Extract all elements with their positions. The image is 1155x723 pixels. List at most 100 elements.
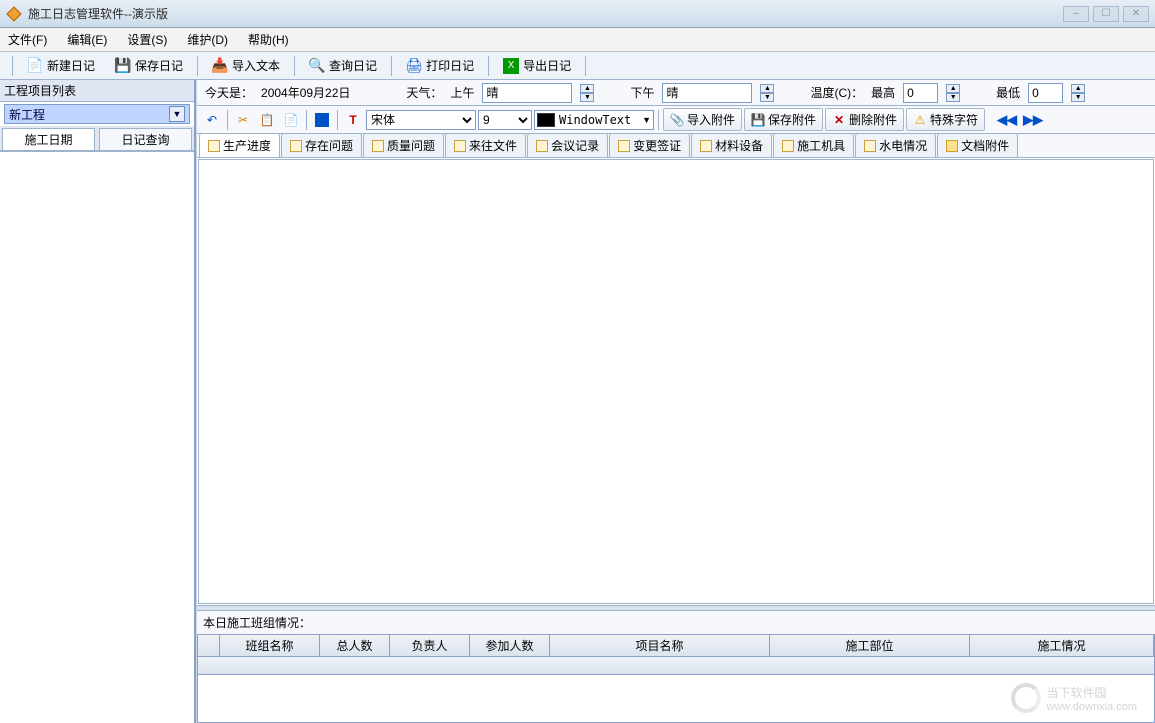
folder-icon xyxy=(700,140,712,152)
menu-maintain[interactable]: 维护(D) xyxy=(187,31,228,48)
cut-button[interactable]: ✂ xyxy=(232,109,254,131)
export-diary-button[interactable]: X导出日记 xyxy=(493,55,581,76)
special-char-button[interactable]: ⚠特殊字符 xyxy=(906,108,985,131)
max-temp-input[interactable] xyxy=(903,83,938,103)
editor-area[interactable] xyxy=(198,159,1154,604)
font-size-select[interactable]: 9 xyxy=(478,110,532,130)
project-list-header: 工程项目列表 xyxy=(0,80,194,102)
tab-quality-problems[interactable]: 质量问题 xyxy=(363,133,444,157)
font-family-select[interactable]: 宋体 xyxy=(366,110,476,130)
tab-document-attachment[interactable]: 文档附件 xyxy=(937,133,1018,157)
tab-existing-problems[interactable]: 存在问题 xyxy=(281,133,362,157)
menu-file[interactable]: 文件(F) xyxy=(8,31,47,48)
format-toolbar: ↶ ✂ 📋 📄 T 宋体 9 WindowText ▼ 📎导入附件 💾保存附件 … xyxy=(197,106,1155,134)
temp-label: 温度(C)： xyxy=(810,84,863,101)
save-diary-button[interactable]: 💾保存日记 xyxy=(105,55,193,76)
min-label: 最低 xyxy=(996,84,1020,101)
tab-change-visa[interactable]: 变更签证 xyxy=(609,133,690,157)
copy-button[interactable]: 📋 xyxy=(256,109,278,131)
color-swatch-icon xyxy=(537,113,555,127)
minimize-button[interactable]: – xyxy=(1063,6,1089,22)
watermark: 当下软件园 www.downxia.com xyxy=(1011,683,1137,713)
info-bar: 今天是： 2004年09月22日 天气： 上午 ▲▼ 下午 ▲▼ 温度(C)： … xyxy=(197,80,1155,106)
team-grid-header: 班组名称 总人数 负责人 参加人数 项目名称 施工部位 施工情况 xyxy=(197,634,1155,657)
pm-weather-input[interactable] xyxy=(662,83,752,103)
query-diary-button[interactable]: 🔍查询日记 xyxy=(299,55,387,76)
tab-meeting-minutes[interactable]: 会议记录 xyxy=(527,133,608,157)
col-project-name[interactable]: 项目名称 xyxy=(550,635,770,656)
folder-icon xyxy=(946,140,958,152)
save-icon: 💾 xyxy=(115,58,131,74)
warning-icon: ⚠ xyxy=(913,113,927,127)
team-grid-empty-row[interactable] xyxy=(197,657,1155,675)
folder-icon xyxy=(208,140,220,152)
col-team-name[interactable]: 班组名称 xyxy=(220,635,320,656)
tab-diary-query[interactable]: 日记查询 xyxy=(99,128,192,150)
import-text-button[interactable]: 📥导入文本 xyxy=(202,55,290,76)
min-temp-input[interactable] xyxy=(1028,83,1063,103)
save-attachment-button[interactable]: 💾保存附件 xyxy=(744,108,823,131)
print-diary-button[interactable]: 🖨打印日记 xyxy=(396,55,484,76)
tab-material-equipment[interactable]: 材料设备 xyxy=(691,133,772,157)
paste-button[interactable]: 📄 xyxy=(280,109,302,131)
date-tree[interactable] xyxy=(0,151,194,723)
nav-prev-button[interactable]: ◀◀ xyxy=(995,112,1019,128)
am-label: 上午 xyxy=(450,84,474,101)
dropdown-icon: ▼ xyxy=(642,115,651,125)
max-label: 最高 xyxy=(871,84,895,101)
col-leader[interactable]: 负责人 xyxy=(390,635,470,656)
tab-water-electricity[interactable]: 水电情况 xyxy=(855,133,936,157)
tab-correspondence[interactable]: 来往文件 xyxy=(445,133,526,157)
min-spinner[interactable]: ▲▼ xyxy=(1071,84,1085,102)
folder-icon xyxy=(454,140,466,152)
row-header-cell xyxy=(198,635,220,656)
print-icon: 🖨 xyxy=(406,58,422,74)
pm-spinner[interactable]: ▲▼ xyxy=(760,84,774,102)
col-participants[interactable]: 参加人数 xyxy=(470,635,550,656)
max-spinner[interactable]: ▲▼ xyxy=(946,84,960,102)
paperclip-icon: 📎 xyxy=(670,113,684,127)
weather-label: 天气： xyxy=(406,84,442,101)
paste-icon: 📄 xyxy=(284,113,299,127)
font-format-button[interactable]: T xyxy=(342,109,364,131)
close-button[interactable]: ✕ xyxy=(1123,6,1149,22)
nav-next-button[interactable]: ▶▶ xyxy=(1021,112,1045,128)
dropdown-icon: ▼ xyxy=(169,106,185,122)
new-file-icon: 📄 xyxy=(27,58,43,74)
am-spinner[interactable]: ▲▼ xyxy=(580,84,594,102)
menu-settings[interactable]: 设置(S) xyxy=(127,31,167,48)
titlebar: 施工日志管理软件--演示版 – ☐ ✕ xyxy=(0,0,1155,28)
undo-button[interactable]: ↶ xyxy=(201,109,223,131)
import-attachment-button[interactable]: 📎导入附件 xyxy=(663,108,742,131)
new-diary-button[interactable]: 📄新建日记 xyxy=(17,55,105,76)
save-icon: 💾 xyxy=(751,113,765,127)
window-title: 施工日志管理软件--演示版 xyxy=(28,5,168,22)
delete-attachment-button[interactable]: ✕删除附件 xyxy=(825,108,904,131)
tab-construction-date[interactable]: 施工日期 xyxy=(2,128,95,150)
today-value: 2004年09月22日 xyxy=(261,84,350,101)
menu-edit[interactable]: 编辑(E) xyxy=(67,31,107,48)
export-excel-icon: X xyxy=(503,58,519,74)
tab-production-progress[interactable]: 生产进度 xyxy=(199,133,280,157)
scissors-icon: ✂ xyxy=(238,113,248,127)
maximize-button[interactable]: ☐ xyxy=(1093,6,1119,22)
folder-icon xyxy=(864,140,876,152)
col-total-people[interactable]: 总人数 xyxy=(320,635,390,656)
import-icon: 📥 xyxy=(212,58,228,74)
col-construction-part[interactable]: 施工部位 xyxy=(770,635,970,656)
main-toolbar: 📄新建日记 💾保存日记 📥导入文本 🔍查询日记 🖨打印日记 X导出日记 xyxy=(0,52,1155,80)
font-icon: T xyxy=(349,113,356,127)
color-button[interactable] xyxy=(311,109,333,131)
color-fill-icon xyxy=(315,113,329,127)
team-section-header: 本日施工班组情况： xyxy=(197,611,1155,634)
watermark-logo-icon xyxy=(1011,683,1041,713)
tab-construction-machinery[interactable]: 施工机具 xyxy=(773,133,854,157)
font-color-select[interactable]: WindowText ▼ xyxy=(534,110,654,130)
copy-icon: 📋 xyxy=(260,113,275,127)
menu-help[interactable]: 帮助(H) xyxy=(248,31,289,48)
col-construction-status[interactable]: 施工情况 xyxy=(970,635,1154,656)
am-weather-input[interactable] xyxy=(482,83,572,103)
content-tabs: 生产进度 存在问题 质量问题 来往文件 会议记录 变更签证 材料设备 施工机具 … xyxy=(197,134,1155,158)
delete-x-icon: ✕ xyxy=(832,113,846,127)
project-select[interactable]: 新工程 ▼ xyxy=(4,104,190,124)
